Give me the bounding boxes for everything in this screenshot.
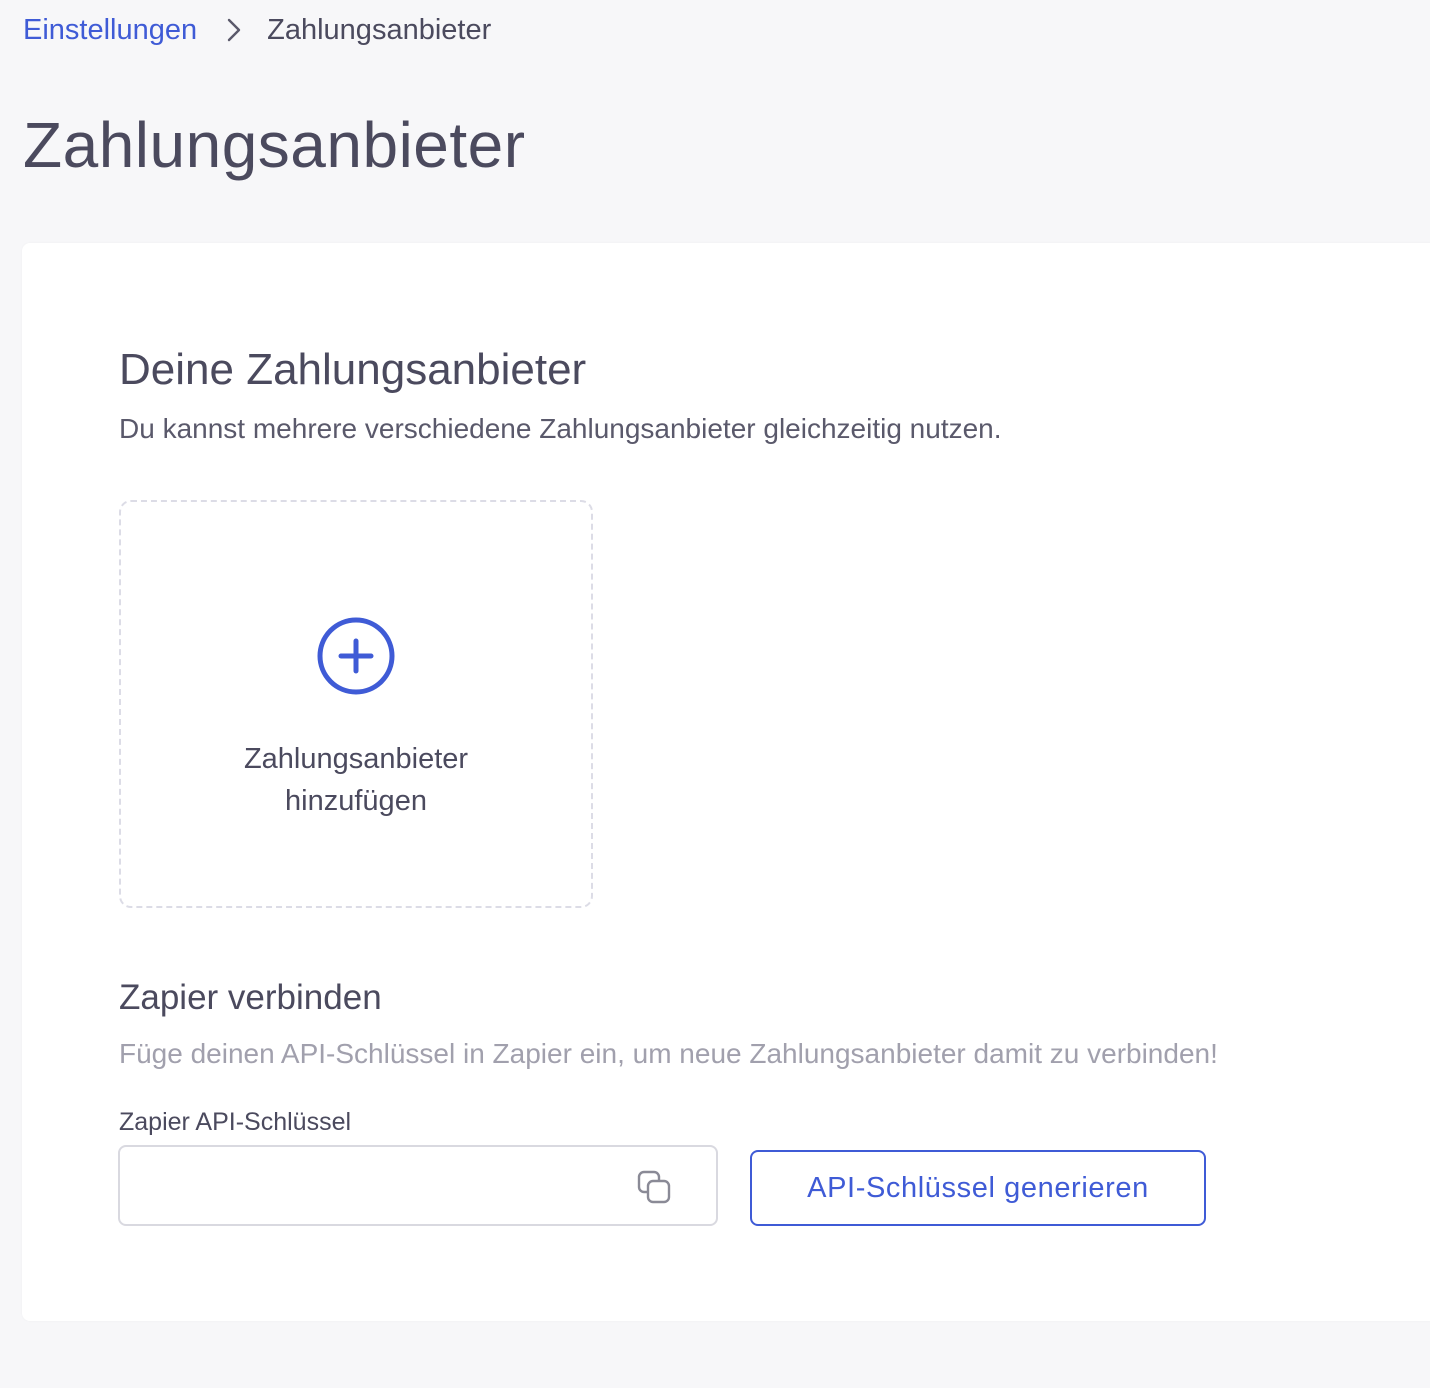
chevron-right-icon (227, 18, 241, 42)
add-payment-provider-label: Zahlungsanbieter hinzufügen (243, 743, 469, 817)
page-title: Zahlungsanbieter (23, 109, 526, 181)
breadcrumb: Einstellungen Zahlungsanbieter (23, 10, 491, 50)
zapier-section-description: Füge deinen API-Schlüssel in Zapier ein,… (119, 1038, 1218, 1069)
generate-api-key-button[interactable]: API-Schlüssel generieren (750, 1150, 1206, 1226)
providers-section-description: Du kannst mehrere verschiedene Zahlungsa… (119, 413, 1002, 444)
zapier-api-key-field (118, 1145, 718, 1226)
add-payment-provider-tile[interactable]: Zahlungsanbieter hinzufügen (119, 500, 593, 908)
breadcrumb-link-settings[interactable]: Einstellungen (23, 14, 197, 47)
breadcrumb-current: Zahlungsanbieter (267, 13, 492, 46)
zapier-api-key-label: Zapier API-Schlüssel (119, 1108, 352, 1136)
settings-card: Deine Zahlungsanbieter Du kannst mehrere… (22, 243, 1430, 1321)
copy-icon[interactable] (634, 1167, 674, 1207)
plus-circle-icon (317, 617, 395, 695)
zapier-api-key-input[interactable] (120, 1147, 650, 1224)
providers-section-title: Deine Zahlungsanbieter (119, 345, 587, 394)
zapier-section-title: Zapier verbinden (119, 978, 382, 1017)
